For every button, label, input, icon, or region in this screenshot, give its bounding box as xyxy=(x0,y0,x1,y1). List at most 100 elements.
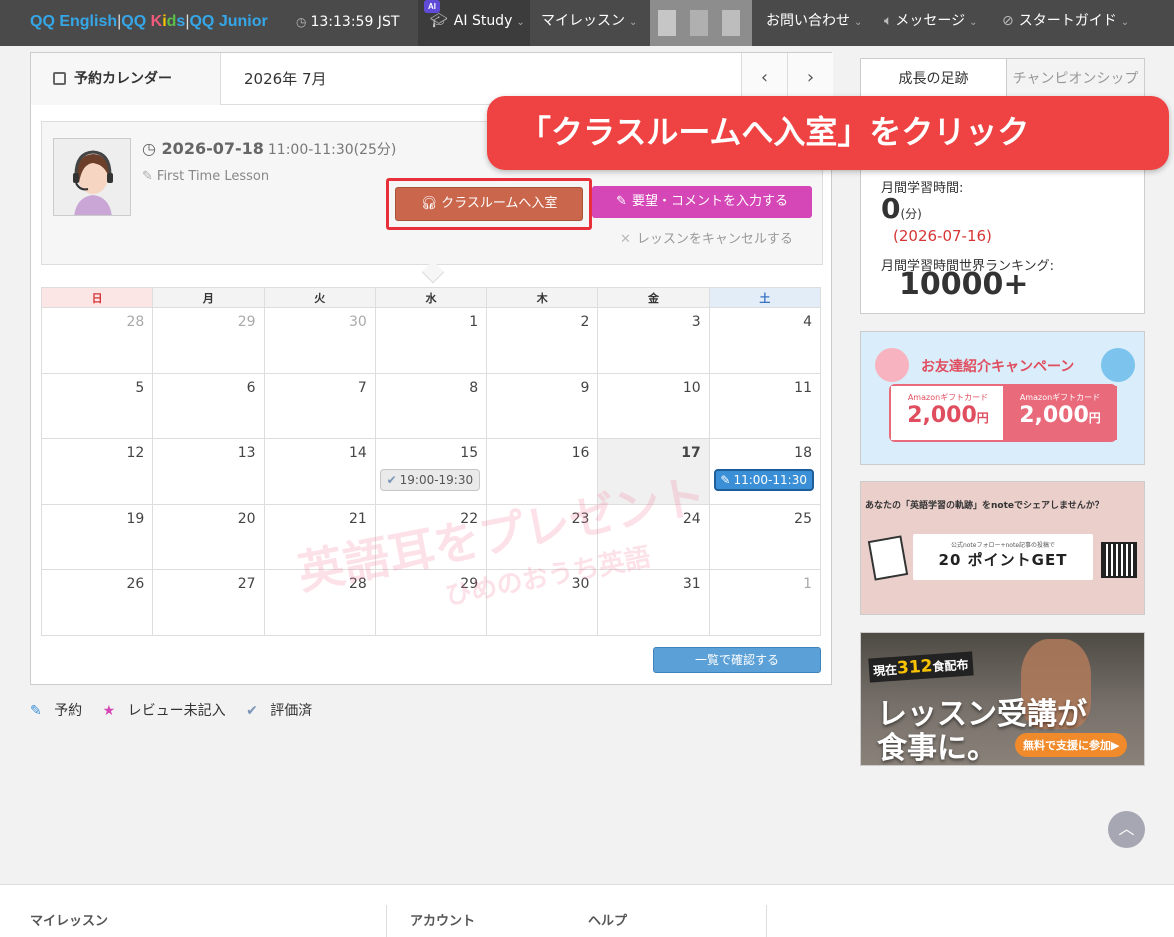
chevron-left-icon: ‹ xyxy=(760,67,769,88)
day-number: 21 xyxy=(349,510,367,527)
chevron-down-icon: ⌄ xyxy=(969,17,978,28)
scroll-to-top-button[interactable]: ︿ xyxy=(1108,811,1145,848)
meal-count-number: 312 xyxy=(896,656,934,679)
qq-english-logo[interactable]: QQ English|QQ Kids|QQ Junior xyxy=(30,13,268,31)
calendar-day-cell[interactable]: 1 xyxy=(374,307,488,374)
calendar-day-cell[interactable]: 11 xyxy=(708,372,822,440)
booked-lesson-slot[interactable]: ✎ 11:00-11:30 xyxy=(713,469,814,492)
day-number: 24 xyxy=(682,510,701,527)
weekday-friday: 金 xyxy=(597,287,710,308)
legend-booked: ✎ 予約 xyxy=(30,703,90,719)
reward-right-tag: Amazonギフトカード xyxy=(1019,393,1101,402)
calendar-day-cell[interactable]: 7 xyxy=(263,372,376,440)
day-number: 10 xyxy=(682,379,701,396)
calendar-day-cell[interactable]: 22 xyxy=(374,503,488,571)
enter-classroom-highlight: 🎧︎ クラスルームへ入室 xyxy=(386,178,592,230)
footer-divider xyxy=(766,905,767,937)
day-number: 25 xyxy=(794,510,812,527)
calendar-day-cell[interactable]: 30 xyxy=(263,307,376,374)
day-number: 14 xyxy=(349,445,367,462)
calendar-day-cell[interactable]: 3 xyxy=(597,307,710,374)
calendar-day-cell[interactable]: 9 xyxy=(486,372,599,440)
calendar-day-cell[interactable]: 6 xyxy=(152,372,265,440)
calendar-day-cell[interactable]: 20 xyxy=(152,503,265,571)
footer-account[interactable]: アカウント xyxy=(410,910,475,929)
nav-contact[interactable]: お問い合わせ ⌄ xyxy=(766,0,862,46)
pink-mascot-icon xyxy=(875,348,909,382)
calendar-day-cell[interactable]: 16 xyxy=(486,438,599,505)
footer: マイレッスン アカウント ヘルプ xyxy=(0,884,1174,937)
lesson-type-text: First Time Lesson xyxy=(156,169,270,184)
calendar-day-cell[interactable]: 25 xyxy=(708,503,822,571)
calendar-day-cell[interactable]: 1 xyxy=(708,569,822,636)
clock-icon: ◷ xyxy=(296,15,307,29)
logo-qq: QQ xyxy=(30,13,55,30)
calendar-day-cell[interactable]: 2 xyxy=(486,307,599,374)
calendar-day-cell[interactable]: 10 xyxy=(597,372,710,440)
calendar-day-cell[interactable]: 12 xyxy=(40,438,154,505)
meal-count-badge: 現在312食配布 xyxy=(868,651,974,683)
nav-messages-label: メッセージ xyxy=(895,13,966,29)
day-number: 29 xyxy=(237,314,256,330)
view-list-button[interactable]: 一覧で確認する xyxy=(653,647,821,673)
calendar-day-cell[interactable]: 29 xyxy=(152,307,265,374)
nav-start-guide[interactable]: ⊘ スタートガイド ⌄ xyxy=(1002,0,1129,46)
meal-support-cta[interactable]: 無料で支援に参加▶ xyxy=(1015,733,1128,757)
weekday-saturday: 土 xyxy=(708,287,822,308)
calendar-title: 予約カレンダー xyxy=(31,53,221,105)
qr-code-icon xyxy=(1101,542,1137,578)
calendar-day-cell[interactable]: 30 xyxy=(486,569,599,636)
calendar-day-cell[interactable]: 4 xyxy=(708,307,822,374)
completed-lesson-slot[interactable]: ✔ 19:00-19:30 xyxy=(379,469,480,492)
note-points-caption: 公式noteフォロー+note記事の投稿で xyxy=(950,542,1056,549)
calendar-week-row: 26 27 28 29 30 31 1 xyxy=(40,569,822,636)
calendar-day-cell[interactable]: 31 xyxy=(597,569,710,636)
blurred-user-name[interactable] xyxy=(650,0,752,46)
calendar-day-cell[interactable]: 19 xyxy=(40,503,154,571)
note-points-box: 公式noteフォロー+note記事の投稿で 20 ポイントGET xyxy=(913,534,1093,580)
chevron-down-icon: ⌄ xyxy=(1120,17,1130,28)
referral-campaign-banner[interactable]: お友達紹介キャンペーン Amazonギフトカード 2,000円 Amazonギフ… xyxy=(860,331,1145,465)
calendar-day-cell[interactable]: 13 xyxy=(152,438,265,505)
calendar-day-cell[interactable]: 18 ✎ 11:00-11:30 xyxy=(708,438,822,505)
day-number: 4 xyxy=(803,314,812,330)
speaker-icon: 🔈︎ xyxy=(884,13,893,29)
day-number: 20 xyxy=(237,510,256,527)
footer-my-lessons[interactable]: マイレッスン xyxy=(30,910,108,929)
footer-help[interactable]: ヘルプ xyxy=(588,910,627,929)
nav-messages[interactable]: 🔈︎ メッセージ ⌄ xyxy=(884,0,978,46)
nav-ai-study-label: AI Study xyxy=(453,13,513,29)
calendar-month: 2026年 7月 xyxy=(244,70,327,88)
meal-support-banner[interactable]: 現在312食配布 レッスン受講が 食事に。 無料で支援に参加▶ xyxy=(860,632,1145,766)
calendar-day-cell[interactable]: 29 xyxy=(374,569,488,636)
lesson-type: ✎ First Time Lesson xyxy=(142,169,269,184)
calendar-day-cell[interactable]: 8 xyxy=(374,372,488,440)
tab-championship[interactable]: チャンピオンシップ xyxy=(1007,59,1144,97)
legend-rated: ✔ 評価済 xyxy=(246,703,320,719)
calendar-day-cell[interactable]: 27 xyxy=(152,569,265,636)
calendar-day-cell[interactable]: 26 xyxy=(40,569,154,636)
calendar-day-cell[interactable]: 5 xyxy=(40,372,154,440)
calendar-day-cell[interactable]: 28 xyxy=(40,307,154,374)
enter-comment-button[interactable]: ✎ 要望・コメントを入力する xyxy=(592,186,812,218)
reward-left-unit: 円 xyxy=(976,411,989,425)
day-number: 27 xyxy=(237,576,256,593)
calendar-day-cell-today[interactable]: 17 xyxy=(597,438,710,505)
ranking-value: 10000+ xyxy=(899,267,1029,302)
calendar-day-cell[interactable]: 21 xyxy=(263,503,376,571)
monthly-time-unit: (分) xyxy=(900,207,922,221)
nav-my-lessons[interactable]: マイレッスン ⌄ xyxy=(541,0,637,46)
calendar-day-cell[interactable]: 15 ✔ 19:00-19:30 xyxy=(374,438,488,505)
tab-growth[interactable]: 成長の足跡 xyxy=(861,59,1007,97)
calendar-day-cell[interactable]: 14 xyxy=(263,438,376,505)
calendar-day-cell[interactable]: 23 xyxy=(486,503,599,571)
chevron-down-icon: ⌄ xyxy=(854,17,863,28)
calendar-day-cell[interactable]: 24 xyxy=(597,503,710,571)
weekday-wednesday: 水 xyxy=(374,287,488,308)
note-share-banner[interactable]: あなたの「英語学習の軌跡」をnoteでシェアしませんか？ 公式noteフォロー+… xyxy=(860,481,1145,615)
enter-classroom-button[interactable]: 🎧︎ クラスルームへ入室 xyxy=(395,187,583,221)
reward-left-number: 2,000 xyxy=(907,403,977,428)
calendar-day-cell[interactable]: 28 xyxy=(263,569,376,636)
note-points-text: 20 ポイントGET xyxy=(938,551,1068,569)
cancel-lesson-link[interactable]: ✕ レッスンをキャンセルする xyxy=(620,228,793,247)
